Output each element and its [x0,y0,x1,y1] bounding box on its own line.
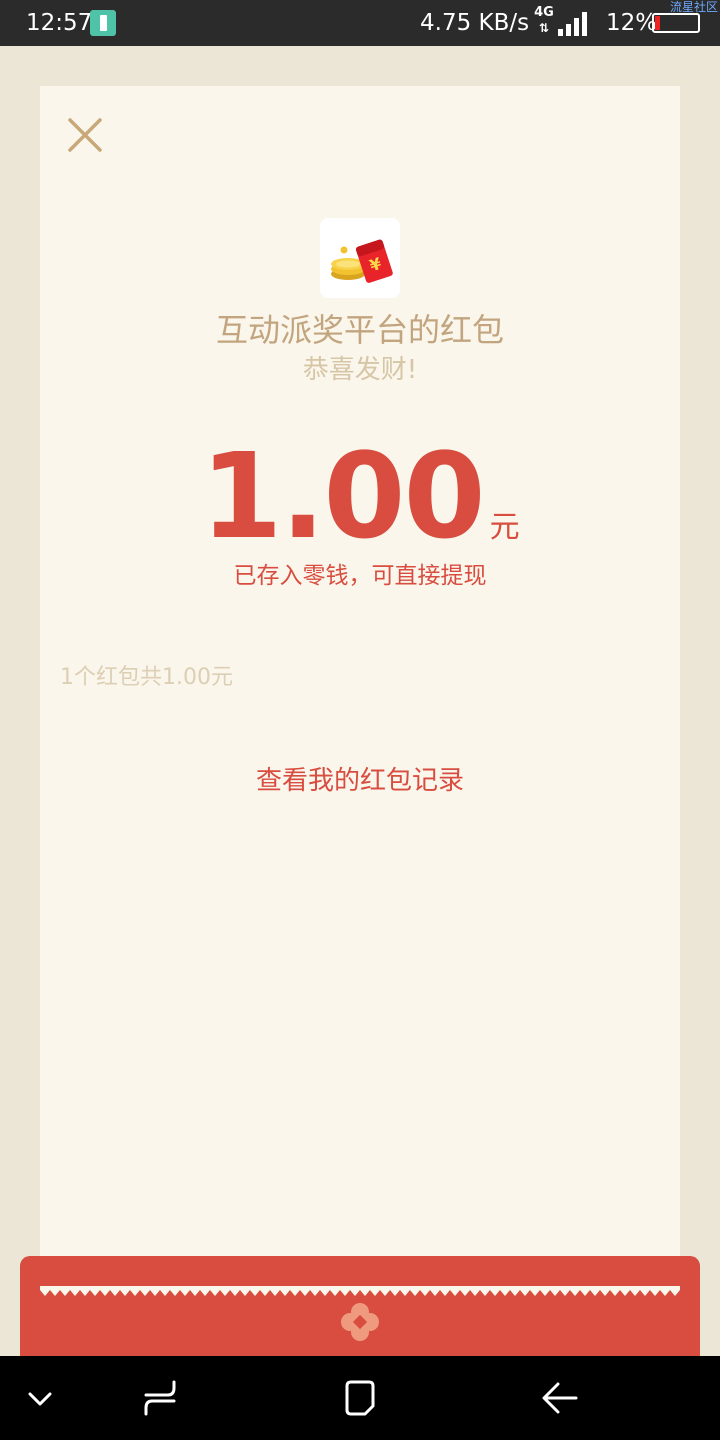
network-type-indicator: 4G ⇅ [533,6,555,40]
nav-recent-apps-button[interactable] [138,1376,182,1420]
battery-level-fill [655,16,660,30]
recent-apps-icon [144,1380,176,1416]
close-icon [68,118,102,152]
navigation-bar [0,1356,720,1440]
red-envelope-coins-icon: ¥ [331,239,393,283]
nav-back-button[interactable] [538,1376,582,1420]
network-speed: 4.75 KB/s [420,10,530,36]
nav-home-button[interactable] [338,1376,382,1420]
data-arrows-icon: ⇅ [538,21,550,35]
chevron-down-icon [28,1392,52,1406]
battery-percent: 12% [606,10,658,36]
signal-bars-icon [558,12,588,36]
sender-logo: ¥ [320,218,400,298]
view-records-link[interactable]: 查看我的红包记录 [40,762,680,800]
status-bar: 12:57 4.75 KB/s 4G ⇅ 12% 流星社区 [0,0,720,46]
greeting-text: 恭喜发财! [302,355,418,385]
close-button[interactable] [62,112,108,158]
status-time: 12:57 [26,10,93,36]
network-type: 4G [534,5,554,20]
zigzag-edge [40,1286,680,1296]
stored-note: 已存入零钱，可直接提现 [233,563,487,589]
home-icon [345,1380,375,1416]
red-packet-card: ¥ 互动派奖平台的红包 恭喜发财! 1.00 元 已存入零钱，可直接提现 1个红包… [40,86,680,1300]
packet-summary: 1个红包共1.00元 [60,665,233,690]
battery-charging-icon [90,10,116,36]
watermark-text: 流星社区 [669,0,718,14]
back-icon [542,1382,578,1414]
sender-name: 互动派奖平台的红包 [215,311,504,349]
currency-unit: 元 [489,510,520,545]
battery-icon [652,13,700,33]
amount-display: 1.00 元 [40,431,680,561]
amount-value: 1.00 [200,427,485,565]
flower-icon [341,1303,379,1341]
nav-collapse-button[interactable] [18,1376,62,1420]
